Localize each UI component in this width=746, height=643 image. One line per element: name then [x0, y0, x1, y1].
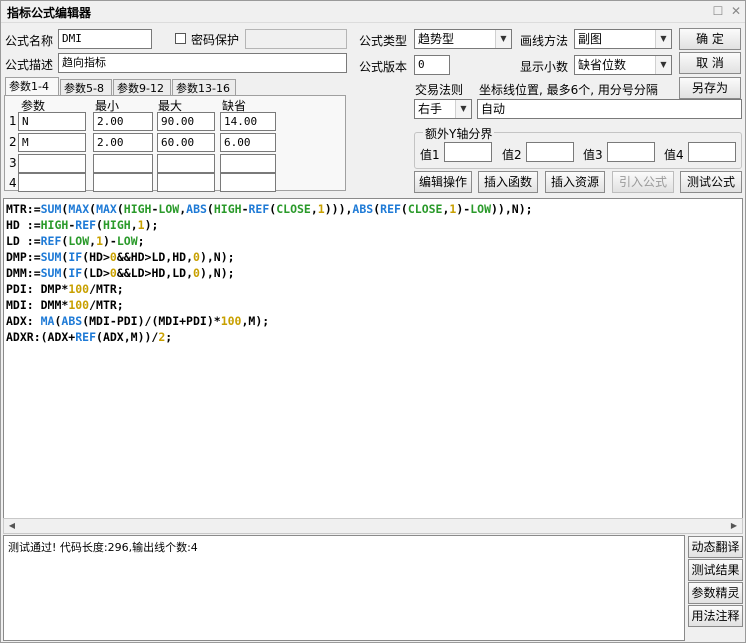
code-line: DMM:=SUM(IF(LD>0&&LD>HD,LD,0),N);	[6, 266, 235, 280]
param-row-index: 1	[9, 114, 17, 128]
save-as-button[interactable]: 另存为	[679, 77, 741, 99]
tab-params-1-4[interactable]: 参数1-4	[5, 77, 59, 97]
param-name-cell[interactable]: N	[18, 112, 86, 131]
scroll-left-icon[interactable]: ◀	[4, 519, 20, 533]
draw-method-select[interactable]: 副图 ▼	[574, 29, 672, 49]
y-axis-value-input[interactable]	[526, 142, 574, 162]
y-axis-value-input[interactable]	[444, 142, 492, 162]
trade-rule-label: 交易法则	[415, 83, 464, 97]
password-checkbox[interactable]	[175, 33, 186, 44]
formula-version-input[interactable]: 0	[414, 55, 450, 75]
y-axis-value-label: 值1	[420, 148, 440, 162]
y-axis-group-title: 额外Y轴分界	[423, 125, 495, 142]
code-editor[interactable]: MTR:=SUM(MAX(MAX(HIGH-LOW,ABS(HIGH-REF(C…	[3, 198, 743, 532]
code-line: MDI: DMM*100/MTR;	[6, 298, 124, 312]
code-line: DMP:=SUM(IF(HD>0&&HD>LD,HD,0),N);	[6, 250, 235, 264]
param-max-cell[interactable]: 90.00	[157, 112, 215, 131]
draw-method-value: 副图	[578, 32, 603, 46]
y-axis-value-label: 值4	[664, 148, 684, 162]
output-panel: 测试通过! 代码长度:296,输出线个数:4	[3, 535, 685, 641]
password-input[interactable]	[245, 29, 347, 49]
code-line: ADX: MA(ABS(MDI-PDI)/(MDI+PDI)*100,M);	[6, 314, 270, 328]
test-result-message: 测试通过! 代码长度:296,输出线个数:4	[8, 541, 198, 554]
usage-notes-button[interactable]: 用法注释	[688, 605, 743, 627]
param-default-cell[interactable]: 6.00	[220, 133, 276, 152]
formula-name-label: 公式名称	[5, 34, 54, 48]
test-result-button[interactable]: 测试结果	[688, 559, 743, 581]
param-max-cell[interactable]: 60.00	[157, 133, 215, 152]
insert-resource-button[interactable]: 插入资源	[545, 171, 605, 193]
formula-editor-window: 指标公式编辑器 ☐ ✕ 公式名称 DMI 密码保护 公式类型 趋势型 ▼ 画线方…	[0, 0, 746, 643]
param-max-cell[interactable]	[157, 173, 215, 192]
horizontal-scrollbar[interactable]: ◀ ▶	[3, 518, 743, 534]
param-name-cell[interactable]	[18, 154, 86, 173]
param-min-cell[interactable]	[93, 173, 153, 192]
param-default-cell[interactable]	[220, 154, 276, 173]
coord-line-label: 坐标线位置, 最多6个, 用分号分隔	[479, 83, 658, 97]
edit-operation-button[interactable]: 编辑操作	[414, 171, 472, 193]
formula-name-input[interactable]: DMI	[58, 29, 152, 49]
import-formula-button[interactable]: 引入公式	[612, 171, 674, 193]
title-bar: 指标公式编辑器 ☐ ✕	[1, 1, 745, 23]
decimal-label: 显示小数	[520, 60, 569, 74]
chevron-down-icon: ▼	[455, 100, 471, 118]
code-line: MTR:=SUM(MAX(MAX(HIGH-LOW,ABS(HIGH-REF(C…	[6, 202, 533, 216]
formula-desc-input[interactable]: 趋向指标	[58, 53, 347, 73]
param-default-cell[interactable]	[220, 173, 276, 192]
scroll-right-icon[interactable]: ▶	[726, 519, 742, 533]
param-row-index: 4	[9, 176, 17, 190]
draw-method-label: 画线方法	[520, 34, 569, 48]
decimal-value: 缺省位数	[578, 58, 627, 72]
coord-line-input[interactable]: 自动	[477, 99, 742, 119]
formula-version-label: 公式版本	[359, 60, 408, 74]
param-min-cell[interactable]	[93, 154, 153, 173]
test-formula-button[interactable]: 测试公式	[680, 171, 742, 193]
chevron-down-icon: ▼	[495, 30, 511, 48]
chevron-down-icon: ▼	[655, 30, 671, 48]
restore-icon[interactable]: ☐	[712, 5, 724, 17]
y-axis-value-input[interactable]	[688, 142, 736, 162]
close-icon[interactable]: ✕	[730, 5, 742, 17]
param-default-cell[interactable]: 14.00	[220, 112, 276, 131]
code-line: HD :=HIGH-REF(HIGH,1);	[6, 218, 159, 232]
decimal-select[interactable]: 缺省位数 ▼	[574, 55, 672, 75]
ok-button[interactable]: 确 定	[679, 28, 741, 50]
trade-rule-value: 右手	[418, 102, 443, 116]
formula-desc-label: 公式描述	[5, 58, 54, 72]
param-name-cell[interactable]: M	[18, 133, 86, 152]
formula-type-select[interactable]: 趋势型 ▼	[414, 29, 512, 49]
code-line: PDI: DMP*100/MTR;	[6, 282, 124, 296]
param-min-cell[interactable]: 2.00	[93, 112, 153, 131]
trade-rule-select[interactable]: 右手 ▼	[414, 99, 472, 119]
y-axis-value-label: 值3	[583, 148, 603, 162]
param-name-cell[interactable]	[18, 173, 86, 192]
param-max-cell[interactable]	[157, 154, 215, 173]
code-line: LD :=REF(LOW,1)-LOW;	[6, 234, 145, 248]
param-min-cell[interactable]: 2.00	[93, 133, 153, 152]
password-label: 密码保护	[191, 33, 240, 47]
window-title: 指标公式编辑器	[7, 6, 92, 20]
insert-function-button[interactable]: 插入函数	[478, 171, 538, 193]
formula-type-label: 公式类型	[359, 34, 408, 48]
param-row-index: 2	[9, 135, 17, 149]
dynamic-translate-button[interactable]: 动态翻译	[688, 536, 743, 558]
param-row-index: 3	[9, 156, 17, 170]
y-axis-value-input[interactable]	[607, 142, 655, 162]
chevron-down-icon: ▼	[655, 56, 671, 74]
y-axis-value-label: 值2	[502, 148, 522, 162]
code-line: ADXR:(ADX+REF(ADX,M))/2;	[6, 330, 173, 344]
param-tune-button[interactable]: 参数精灵	[688, 582, 743, 604]
formula-type-value: 趋势型	[418, 32, 455, 46]
cancel-button[interactable]: 取 消	[679, 52, 741, 74]
